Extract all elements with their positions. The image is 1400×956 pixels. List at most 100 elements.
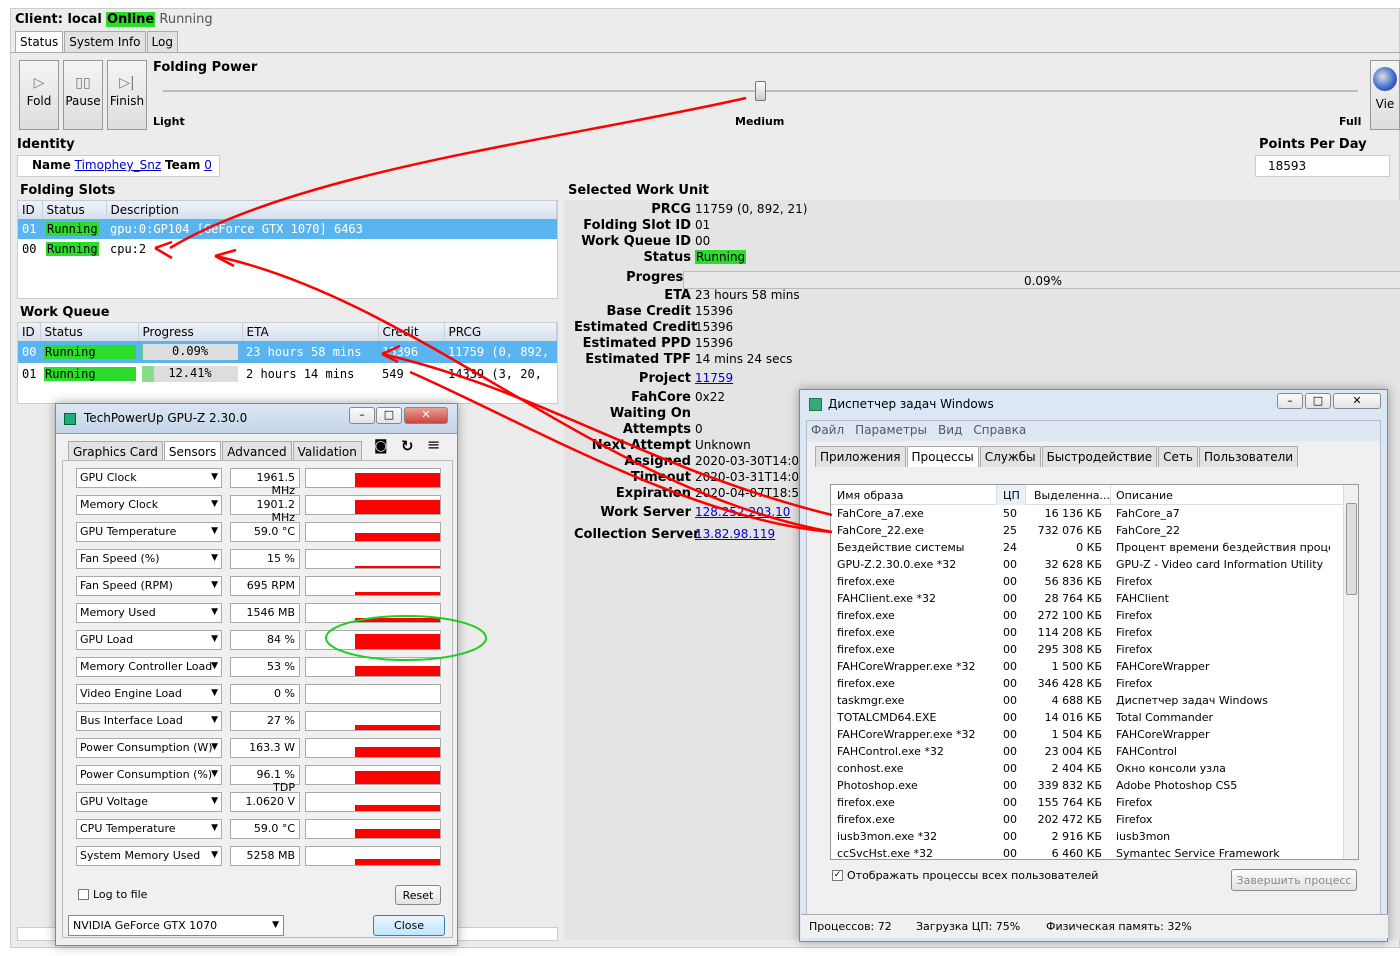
slot-row[interactable]: 00 Running cpu:2 xyxy=(18,239,557,259)
process-row[interactable]: firefox.exe 00 346 428 КБ Firefox xyxy=(831,677,1331,694)
close-window-button[interactable]: ✕ xyxy=(1333,393,1381,409)
minimize-button[interactable]: – xyxy=(349,407,375,424)
menu-icon[interactable]: ≡ xyxy=(427,435,440,454)
process-row[interactable]: FahCore_a7.exe 50 16 136 КБ FahCore_a7 xyxy=(831,507,1331,524)
col-image-name[interactable]: Имя образа xyxy=(837,489,903,502)
process-row[interactable]: FAHControl.exe *32 00 23 004 КБ FAHControl xyxy=(831,745,1331,762)
maximize-button[interactable]: □ xyxy=(376,407,402,424)
tab-status[interactable]: Status xyxy=(15,31,64,52)
close-button[interactable]: Close xyxy=(373,915,445,936)
process-row[interactable]: taskmgr.exe 00 4 688 КБ Диспетчер задач Win… xyxy=(831,694,1331,711)
menu-options[interactable]: Параметры xyxy=(855,423,927,437)
queue-row[interactable]: 01 Running 12.41% 2 hours 14 mins 549 14339 (… xyxy=(18,363,557,385)
tab-performance[interactable]: Быстродействие xyxy=(1041,446,1158,467)
process-row[interactable]: firefox.exe 00 155 764 КБ Firefox xyxy=(831,796,1331,813)
process-row[interactable]: FahCore_22.exe 25 732 076 КБ FahCore_22 xyxy=(831,524,1331,541)
tab-network[interactable]: Сеть xyxy=(1158,446,1198,467)
process-row[interactable]: ccSvcHst.exe *32 00 6 460 КБ Symantec Servi… xyxy=(831,847,1331,859)
tab-validation[interactable]: Validation xyxy=(292,441,362,462)
col-description[interactable]: Description xyxy=(106,201,557,219)
power-slider-thumb[interactable] xyxy=(755,81,766,101)
menu-help[interactable]: Справка xyxy=(973,423,1026,437)
process-row[interactable]: FAHCoreWrapper.exe *32 00 1 500 КБ FAHCoreW… xyxy=(831,660,1331,677)
sensor-select[interactable]: Bus Interface Load ▼ xyxy=(76,711,222,731)
log-to-file-checkbox[interactable] xyxy=(78,889,89,900)
device-select-value: NVIDIA GeForce GTX 1070 xyxy=(73,919,218,932)
process-row[interactable]: TOTALCMD64.EXE 00 14 016 КБ Total Commander xyxy=(831,711,1331,728)
show-all-users-checkbox[interactable]: ✓ xyxy=(832,870,843,881)
sensor-select[interactable]: Power Consumption (W) ▼ xyxy=(76,738,222,758)
tab-sensors[interactable]: Sensors xyxy=(163,441,222,462)
process-row[interactable]: firefox.exe 00 114 208 КБ Firefox xyxy=(831,626,1331,643)
menu-bar: Файл Параметры Вид Справка xyxy=(807,421,1380,441)
refresh-icon[interactable]: ↻ xyxy=(401,437,414,455)
col-progress[interactable]: Progress xyxy=(138,323,243,341)
sensor-select[interactable]: Fan Speed (%) ▼ xyxy=(76,549,222,569)
reset-button[interactable]: Reset xyxy=(395,885,441,905)
sensor-select[interactable]: Memory Clock ▼ xyxy=(76,495,222,515)
wu-value[interactable]: 13.82.98.119 xyxy=(695,527,775,541)
tab-graphics-card[interactable]: Graphics Card xyxy=(68,441,163,462)
sensor-select[interactable]: CPU Temperature ▼ xyxy=(76,819,222,839)
end-process-button[interactable]: Завершить процесс xyxy=(1231,869,1357,891)
process-row[interactable]: FAHClient.exe *32 00 28 764 КБ FAHClient xyxy=(831,592,1331,609)
tab-system-info[interactable]: System Info xyxy=(64,31,146,52)
team-link[interactable]: 0 xyxy=(204,158,212,172)
process-row[interactable]: firefox.exe 00 272 100 КБ Firefox xyxy=(831,609,1331,626)
tab-applications[interactable]: Приложения xyxy=(815,446,906,467)
name-link[interactable]: Timophey_Snz xyxy=(75,158,162,172)
process-row[interactable]: Photoshop.exe 00 339 832 КБ Adobe Photoshop… xyxy=(831,779,1331,796)
sensor-select[interactable]: Memory Used ▼ xyxy=(76,603,222,623)
sensor-select[interactable]: GPU Clock ▼ xyxy=(76,468,222,488)
tab-users[interactable]: Пользователи xyxy=(1198,446,1299,467)
process-row[interactable]: GPU-Z.2.30.0.exe *32 00 32 628 КБ GPU-Z - V… xyxy=(831,558,1331,575)
col-status[interactable]: Status xyxy=(40,323,139,341)
process-row[interactable]: firefox.exe 00 202 472 КБ Firefox xyxy=(831,813,1331,830)
col-prcg[interactable]: PRCG xyxy=(444,323,557,341)
wu-value[interactable]: 11759 xyxy=(695,371,733,385)
vertical-scrollbar[interactable] xyxy=(1343,485,1358,859)
col-eta[interactable]: ETA xyxy=(242,323,379,341)
tab-processes[interactable]: Процессы xyxy=(906,446,979,467)
sensor-select[interactable]: Power Consumption (%) ▼ xyxy=(76,765,222,785)
col-status[interactable]: Status xyxy=(42,201,107,219)
process-row[interactable]: firefox.exe 00 56 836 КБ Firefox xyxy=(831,575,1331,592)
device-select[interactable]: NVIDIA GeForce GTX 1070 ▼ xyxy=(68,915,284,936)
sensor-select[interactable]: GPU Temperature ▼ xyxy=(76,522,222,542)
col-credit[interactable]: Credit xyxy=(378,323,445,341)
menu-file[interactable]: Файл xyxy=(811,423,844,437)
sensor-select[interactable]: Video Engine Load ▼ xyxy=(76,684,222,704)
viewer-button[interactable]: Vie xyxy=(1370,60,1400,130)
menu-view[interactable]: Вид xyxy=(938,423,962,437)
maximize-button[interactable]: □ xyxy=(1305,393,1331,409)
process-row[interactable]: FAHCoreWrapper.exe *32 00 1 504 КБ FAHCoreW… xyxy=(831,728,1331,745)
fold-button[interactable]: ▷ Fold xyxy=(19,60,59,130)
scrollbar-thumb[interactable] xyxy=(1346,503,1357,595)
sensor-select[interactable]: GPU Voltage ▼ xyxy=(76,792,222,812)
process-row[interactable]: conhost.exe 00 2 404 КБ Окно консоли узла xyxy=(831,762,1331,779)
camera-icon[interactable]: ◙ xyxy=(374,438,388,454)
col-id[interactable]: ID xyxy=(18,323,41,341)
sensor-select[interactable]: System Memory Used ▼ xyxy=(76,846,222,866)
sensor-select[interactable]: Fan Speed (RPM) ▼ xyxy=(76,576,222,596)
col-description[interactable]: Описание xyxy=(1116,489,1173,502)
wu-label: Work Server xyxy=(600,505,691,520)
sensor-select[interactable]: Memory Controller Load ▼ xyxy=(76,657,222,677)
finish-button[interactable]: ▷| Finish xyxy=(107,60,147,130)
col-cpu[interactable]: ЦП xyxy=(996,485,1026,505)
tab-advanced[interactable]: Advanced xyxy=(222,441,292,462)
close-window-button[interactable]: ✕ xyxy=(404,407,448,424)
tab-services[interactable]: Службы xyxy=(979,446,1041,467)
process-row[interactable]: firefox.exe 00 295 308 КБ Firefox xyxy=(831,643,1331,660)
col-id[interactable]: ID xyxy=(18,201,43,219)
process-row[interactable]: Бездействие системы 24 0 КБ Процент времени… xyxy=(831,541,1331,558)
sensor-select[interactable]: GPU Load ▼ xyxy=(76,630,222,650)
process-row[interactable]: iusb3mon.exe *32 00 2 916 КБ iusb3mon xyxy=(831,830,1331,847)
tab-log[interactable]: Log xyxy=(146,31,178,52)
pause-button[interactable]: ▯▯ Pause xyxy=(63,60,103,130)
queue-row[interactable]: 00 Running 0.09% 23 hours 58 mins 15396 11759… xyxy=(18,341,557,363)
slot-row[interactable]: 01 Running gpu:0:GP104 [GeForce GTX 1070] … xyxy=(18,219,557,239)
wu-value[interactable]: 128.252.203.10 xyxy=(695,505,790,519)
col-memory[interactable]: Выделенна... xyxy=(1034,489,1110,502)
minimize-button[interactable]: – xyxy=(1277,393,1303,409)
